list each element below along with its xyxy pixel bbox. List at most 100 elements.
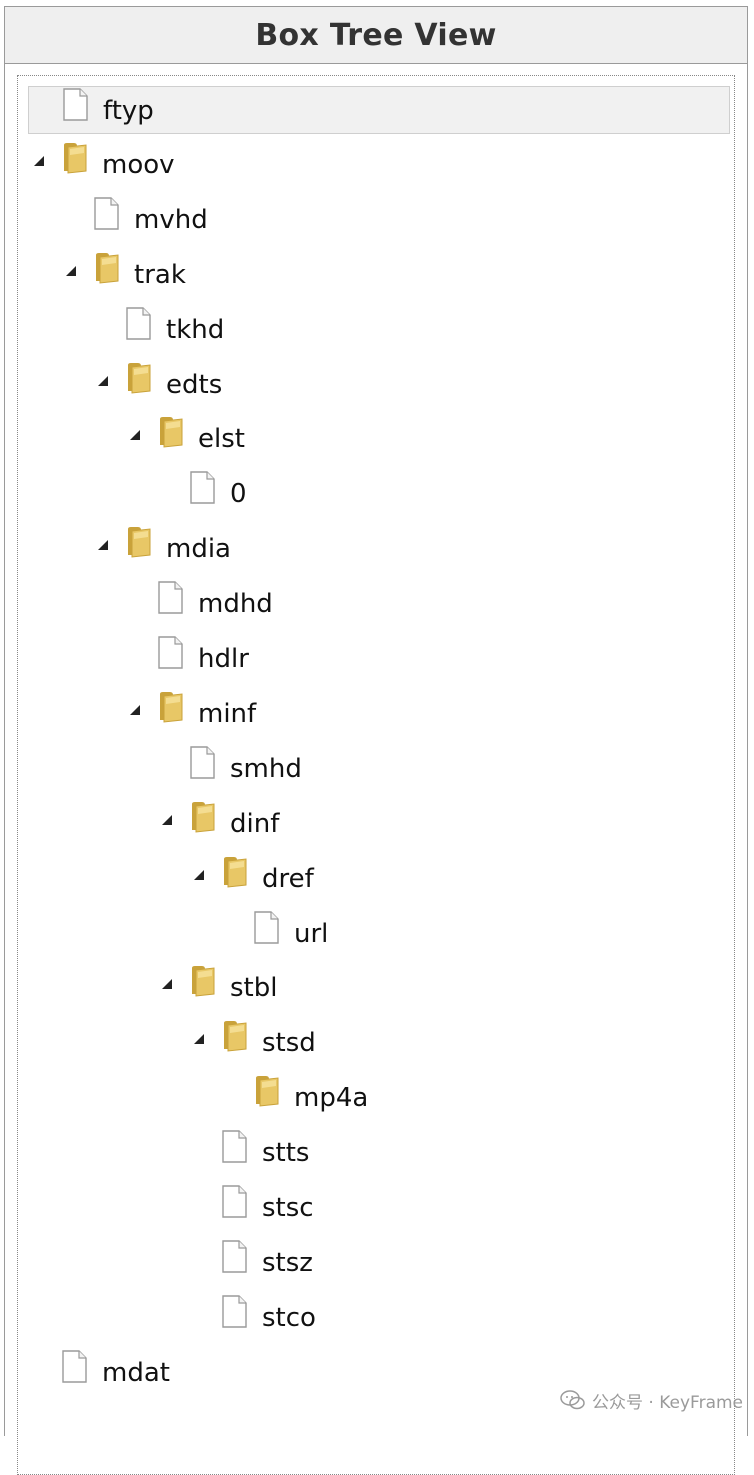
tree-toggle[interactable] [192,1031,206,1045]
folder-icon [64,142,87,174]
tree-node-dref[interactable]: dref [28,855,730,903]
tree-node-label: edts [166,369,223,400]
tree-node-smhd[interactable]: smhd [28,745,730,793]
folder-icon [224,1021,247,1052]
tree-node-stsd[interactable]: stsd [28,1019,730,1067]
file-icon-wrap [188,745,218,781]
tree-node-stts[interactable]: stts [28,1129,730,1177]
folder-icon [192,801,215,833]
tree-toggle[interactable] [32,153,46,167]
tree-toggle[interactable] [192,867,206,881]
file-icon [126,306,151,340]
tree-toggle[interactable] [160,812,174,826]
file-icon [158,636,183,669]
tree-node-url[interactable]: url [28,910,730,958]
folder-icon [128,362,151,394]
tree-node-dinf[interactable]: dinf [28,800,730,848]
watermark-text: 公众号 · KeyFrame [592,1392,743,1413]
expand-triangle-icon[interactable] [64,264,78,278]
tree-node-stbl[interactable]: stbl [28,964,730,1012]
file-icon [222,1130,247,1163]
file-icon [190,746,215,779]
tree-node-label: 0 [230,479,247,510]
tree-view[interactable]: ftyp moov mvhd trak tkhd edts elst 0 mdia mdhd hdl… [17,75,735,1475]
file-icon-wrap [188,470,218,506]
folder-icon-wrap [156,415,186,451]
expand-triangle-icon[interactable] [96,538,110,552]
file-icon-wrap [252,910,282,946]
tree-toggle[interactable] [128,702,142,716]
file-icon [158,581,183,614]
tree-node-minf[interactable]: minf [28,690,730,738]
tree-node-edts[interactable]: edts [28,361,730,409]
file-icon [190,471,215,504]
folder-icon [192,966,215,997]
file-icon-wrap [220,1294,250,1330]
folder-icon-wrap [188,964,218,1000]
folder-icon-wrap [252,1074,282,1110]
folder-icon-wrap [156,690,186,726]
tree-node-0[interactable]: 0 [28,470,730,518]
tree-node-tkhd[interactable]: tkhd [28,306,730,354]
expand-triangle-icon[interactable] [96,374,110,388]
tree-toggle[interactable] [96,373,110,387]
box-tree-panel: Box Tree View ftyp moov mvhd trak tkhd edts el… [4,6,748,1475]
file-icon-wrap [156,580,186,616]
file-icon-wrap [220,1129,250,1165]
tree-node-label: mp4a [294,1083,369,1114]
tree-toggle[interactable] [160,976,174,990]
tree-node-label: ftyp [103,96,154,126]
tree-node-mdia[interactable]: mdia [28,525,730,573]
tree-node-elst[interactable]: elst [28,415,730,463]
folder-icon-wrap [124,525,154,561]
tree-node-label: moov [102,149,175,180]
tree-node-label: mdat [102,1357,170,1388]
tree-node-mvhd[interactable]: mvhd [28,196,730,244]
file-icon [222,1295,247,1328]
tree-node-mp4a[interactable]: mp4a [28,1074,730,1122]
tree-node-mdhd[interactable]: mdhd [28,580,730,628]
expand-triangle-icon[interactable] [160,813,174,827]
folder-icon-wrap [220,1019,250,1055]
expand-triangle-icon[interactable] [192,1032,206,1046]
tree-toggle[interactable] [64,263,78,277]
folder-icon [160,691,183,723]
wechat-icon [560,1390,585,1410]
tree-node-label: smhd [230,753,302,784]
expand-triangle-icon[interactable] [128,428,142,442]
tree-toggle[interactable] [128,427,142,441]
folder-icon [128,527,151,558]
tree-node-stsz[interactable]: stsz [28,1239,730,1287]
tree-node-ftyp[interactable]: ftyp [28,86,730,134]
file-icon-wrap [220,1184,250,1220]
tree-node-label: url [294,918,329,949]
tree-node-hdlr[interactable]: hdlr [28,635,730,683]
tree-node-label: hdlr [198,644,249,674]
watermark: 公众号 · KeyFrame [560,1385,743,1415]
tree-node-stsc[interactable]: stsc [28,1184,730,1232]
folder-icon [160,417,183,448]
expand-triangle-icon[interactable] [192,868,206,882]
tree-node-label: stts [262,1138,310,1169]
tree-toggle[interactable] [96,537,110,551]
expand-triangle-icon[interactable] [32,154,46,168]
file-icon [63,88,88,121]
tree-node-label: minf [198,698,257,729]
file-icon [254,910,279,944]
file-icon-wrap [156,635,186,671]
expand-triangle-icon[interactable] [160,977,174,991]
folder-icon [96,252,119,284]
tree-node-stco[interactable]: stco [28,1294,730,1342]
folder-icon-wrap [124,361,154,397]
tree-node-moov[interactable]: moov [28,141,730,189]
tree-node-label: dref [262,863,314,894]
tree-node-label: stco [262,1302,316,1333]
folder-icon-wrap [220,855,250,891]
tree-node-label: mdhd [198,589,273,620]
file-icon [222,1185,247,1218]
expand-triangle-icon[interactable] [128,703,142,717]
file-icon-wrap [61,87,91,123]
tree-node-trak[interactable]: trak [28,251,730,299]
tree-node-label: stsc [262,1193,314,1223]
tree-node-label: mdia [166,534,231,565]
